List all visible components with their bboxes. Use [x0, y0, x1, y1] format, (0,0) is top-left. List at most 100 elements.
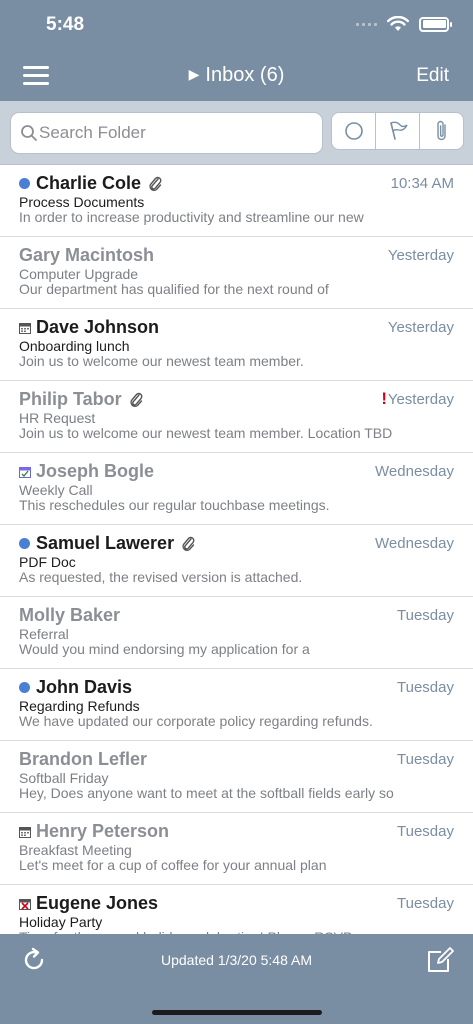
message-row[interactable]: John Davis Tuesday Regarding Refunds We hav… [0, 669, 473, 741]
message-date: Tuesday [397, 823, 454, 840]
message-subject: Weekly Call [19, 482, 93, 498]
message-preview: Let's meet for a cup of coffee for your … [19, 857, 327, 873]
message-list: Charlie Cole 10:34 AM Process Documents In … [0, 165, 473, 934]
sender-line: John Davis [19, 677, 132, 698]
sender-line: Molly Baker [19, 605, 120, 626]
message-subject: Computer Upgrade [19, 266, 139, 282]
message-subject: Process Documents [19, 194, 145, 210]
message-subject: Referral [19, 626, 69, 642]
calendar-icon [19, 826, 31, 838]
attachment-icon [130, 392, 143, 407]
message-row[interactable]: Henry Peterson Tuesday Breakfast Meeting Le… [0, 813, 473, 885]
unread-dot-icon [19, 178, 30, 189]
sender-name: John Davis [36, 677, 133, 697]
meeting-cancel-icon [19, 898, 31, 910]
filter-unread-button[interactable] [332, 113, 376, 149]
message-preview: In order to increase productivity and st… [19, 209, 364, 225]
sender-name: Eugene Jones [36, 893, 159, 913]
sender-line: Philip Tabor [19, 389, 143, 410]
message-preview: We have updated our corporate policy reg… [19, 713, 373, 729]
disclosure-triangle-icon: ▶ [188, 66, 200, 82]
message-preview: Join us to welcome our newest team membe… [19, 425, 393, 441]
updated-status: Updated 1/3/20 5:48 AM [161, 952, 312, 968]
sender-line: Gary Macintosh [19, 245, 154, 266]
attachment-icon [182, 536, 195, 551]
sender-line: Charlie Cole [19, 173, 162, 194]
message-row[interactable]: Brandon Lefler Tuesday Softball Friday Hey,… [0, 741, 473, 813]
paperclip-icon [436, 120, 446, 141]
folder-title-label: Inbox (6) [205, 64, 285, 86]
message-row[interactable]: Samuel Lawerer Wednesday PDF Doc As request… [0, 525, 473, 597]
compose-icon[interactable] [426, 946, 454, 974]
filter-attachment-button[interactable] [420, 113, 463, 149]
message-date: Tuesday [397, 679, 454, 696]
filter-segmented-control [331, 112, 464, 150]
top-bar: 5:48 ▶ Inbox (6) Edit [0, 0, 473, 101]
message-preview: Would you mind endorsing my application … [19, 641, 310, 657]
circle-icon [344, 122, 363, 140]
attachment-icon [149, 176, 162, 191]
message-date: Wednesday [375, 535, 454, 552]
message-date: Wednesday [375, 463, 454, 480]
message-date: Yesterday [387, 319, 454, 336]
message-date: Tuesday [397, 751, 454, 768]
message-preview: Join us to welcome our newest team membe… [19, 353, 304, 369]
message-preview: Hey, Does anyone want to meet at the sof… [19, 785, 394, 801]
message-row[interactable]: Eugene JonesTuesdayHoliday PartyTime for… [0, 885, 473, 934]
home-indicator [152, 1010, 322, 1015]
search-field[interactable] [10, 112, 323, 154]
sender-line: Henry Peterson [19, 821, 169, 842]
signal-icon [356, 22, 377, 26]
sender-name: Henry Peterson [36, 821, 170, 841]
high-importance-icon: ! [381, 389, 387, 408]
meeting-update-icon [19, 466, 31, 478]
sender-name: Gary Macintosh [19, 245, 155, 265]
bottom-toolbar: Updated 1/3/20 5:48 AM [0, 934, 473, 1024]
flag-icon [389, 121, 408, 140]
search-icon [21, 125, 37, 141]
message-preview: Our department has qualified for the nex… [19, 281, 329, 297]
message-row[interactable]: Gary Macintosh Yesterday Computer Upgrade O… [0, 237, 473, 309]
message-date: Yesterday [387, 247, 454, 264]
status-time: 5:48 [46, 14, 85, 35]
message-row[interactable]: Philip Tabor! Yesterday HR Request Join us … [0, 381, 473, 453]
message-row[interactable]: Molly Baker Tuesday Referral Would you mind… [0, 597, 473, 669]
message-subject: Onboarding lunch [19, 338, 130, 354]
message-preview: As requested, the revised version is att… [19, 569, 303, 585]
message-date: Yesterday [387, 391, 454, 408]
edit-button[interactable]: Edit [416, 65, 449, 87]
status-icons [356, 16, 452, 32]
sender-line: Joseph Bogle [19, 461, 154, 482]
message-row[interactable]: Charlie Cole 10:34 AM Process Documents In … [0, 165, 473, 237]
message-date: Tuesday [397, 895, 454, 912]
sender-name: Brandon Lefler [19, 749, 148, 769]
sender-line: Eugene Jones [19, 893, 158, 914]
filter-flagged-button[interactable] [376, 113, 420, 149]
search-input[interactable] [39, 113, 319, 153]
sender-name: Philip Tabor [19, 389, 122, 409]
search-bar [0, 101, 473, 165]
message-preview: This reschedules our regular touchbase m… [19, 497, 330, 513]
battery-icon [419, 16, 452, 32]
message-subject: Holiday Party [19, 914, 103, 930]
sender-name: Charlie Cole [36, 173, 142, 193]
unread-dot-icon [19, 682, 30, 693]
sender-name: Joseph Bogle [36, 461, 155, 481]
sender-name: Dave Johnson [36, 317, 160, 337]
sender-line: Dave Johnson [19, 317, 159, 338]
sender-line: Brandon Lefler [19, 749, 147, 770]
message-subject: HR Request [19, 410, 96, 426]
message-subject: Regarding Refunds [19, 698, 140, 714]
folder-title[interactable]: ▶ Inbox (6) [0, 64, 473, 87]
message-subject: PDF Doc [19, 554, 76, 570]
message-subject: Breakfast Meeting [19, 842, 132, 858]
message-row[interactable]: Dave Johnson Yesterday Onboarding lunch Joi… [0, 309, 473, 381]
wifi-icon [387, 16, 409, 31]
message-date: Tuesday [397, 607, 454, 624]
sender-name: Molly Baker [19, 605, 121, 625]
sender-name: Samuel Lawerer [36, 533, 175, 553]
message-row[interactable]: Joseph Bogle Wednesday Weekly Call This res… [0, 453, 473, 525]
unread-dot-icon [19, 538, 30, 549]
calendar-icon [19, 322, 31, 334]
message-date: 10:34 AM [390, 175, 454, 192]
